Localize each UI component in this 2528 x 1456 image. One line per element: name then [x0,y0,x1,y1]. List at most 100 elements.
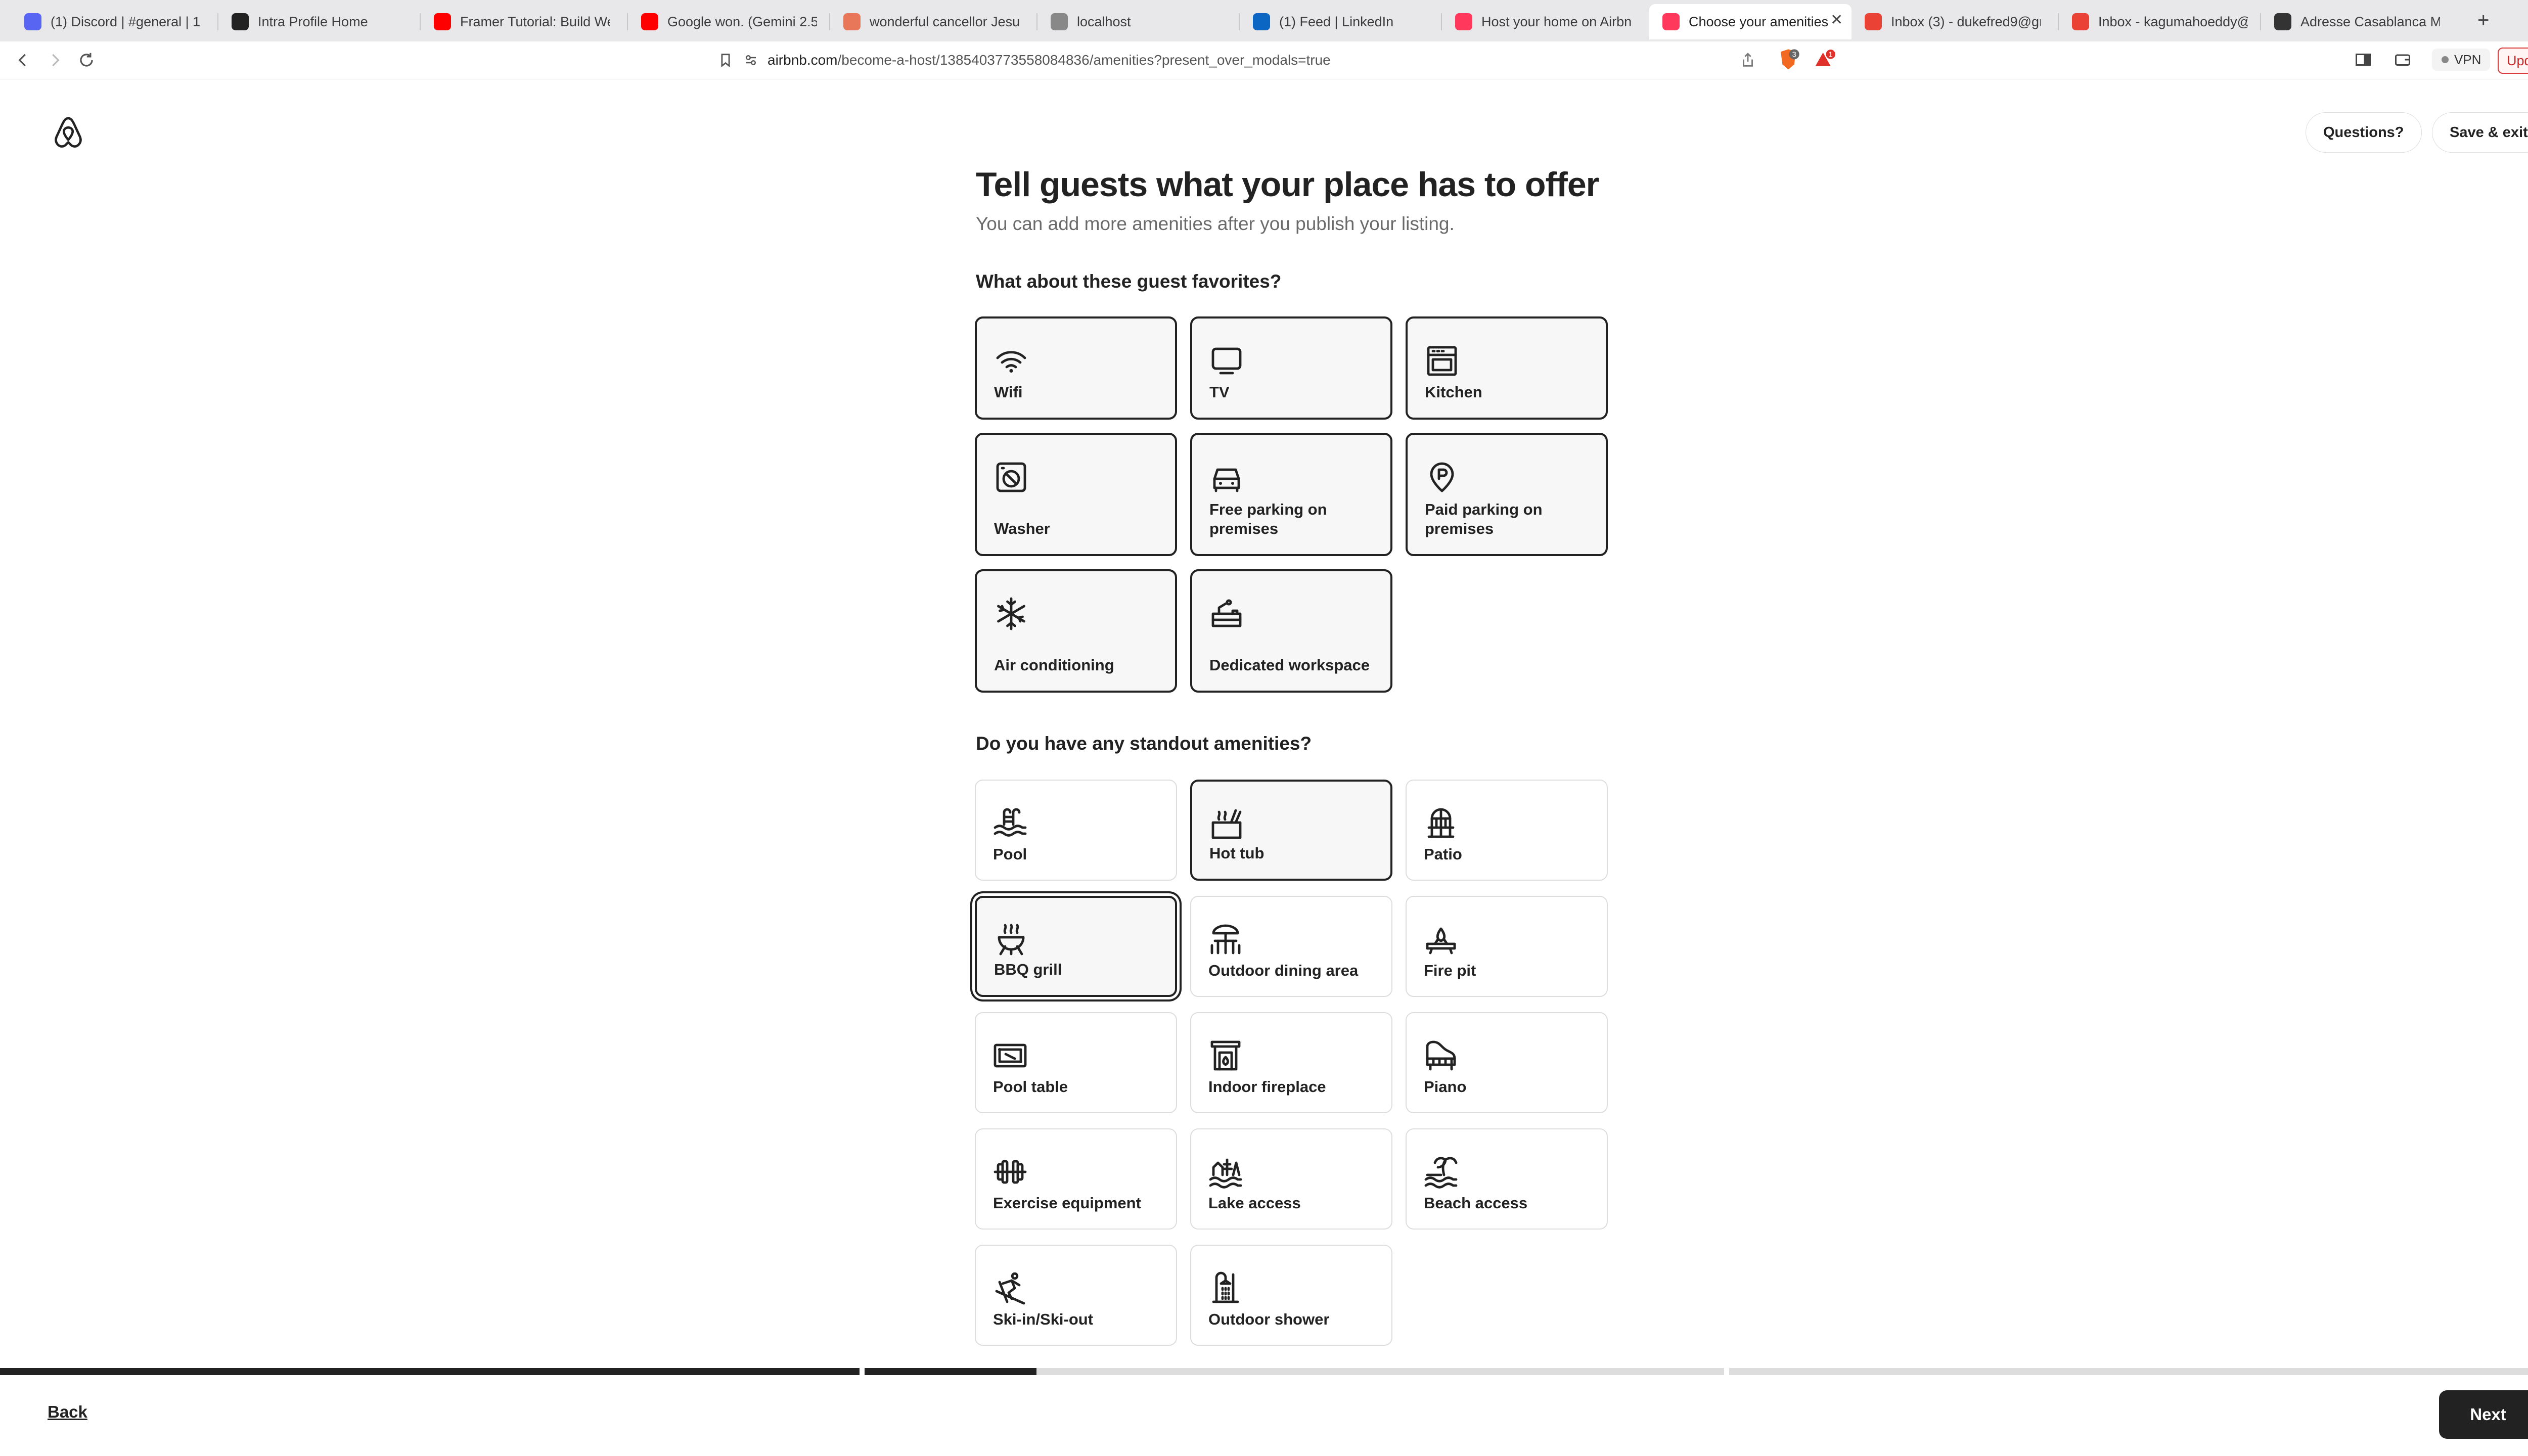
share-icon[interactable] [1739,51,1756,70]
favorites-heading: What about these guest favorites? [976,271,1282,292]
amenity-card-bbq-grill[interactable]: BBQ grill [975,896,1177,997]
browser-tab[interactable]: Framer Tutorial: Build Webs [421,4,623,39]
amenity-card-pool-table[interactable]: Pool table [975,1012,1177,1113]
intra-icon [232,13,249,30]
amenity-card-indoor-fireplace[interactable]: Indoor fireplace [1190,1012,1392,1113]
browser-tab[interactable]: localhost [1037,4,1240,39]
amenity-card-kitchen[interactable]: Kitchen [1406,316,1608,420]
airbnb-logo-icon[interactable] [53,116,84,150]
pool-icon [992,805,1028,841]
browser-tab-title: Framer Tutorial: Build Webs [460,14,610,29]
back-arrow-icon[interactable] [13,51,32,70]
browser-tab-title: (1) Discord | #general | 133 [51,14,200,29]
tab-separator [829,13,830,30]
shield-badge-count: 3 [1792,50,1796,59]
amenity-label: TV [1209,383,1230,401]
gmail-icon [2072,13,2089,30]
amenity-card-exercise-equipment[interactable]: Exercise equipment [975,1128,1177,1230]
amenity-card-piano[interactable]: Piano [1406,1012,1608,1113]
tab-separator [1036,13,1037,30]
amenity-label: Dedicated workspace [1209,656,1370,674]
questions-button[interactable]: Questions? [2306,112,2422,153]
amenity-label: Lake access [1208,1194,1301,1212]
browser-tab[interactable]: Host your home on Airbnb [1442,4,1644,39]
tab-separator [217,13,218,30]
amenity-card-lake-access[interactable]: Lake access [1190,1128,1392,1230]
amenity-label: BBQ grill [994,961,1062,979]
amenity-label: Paid parking on premises [1425,500,1543,538]
airbnb-icon [1662,13,1680,30]
reload-icon[interactable] [77,51,96,70]
browser-tab[interactable]: Intra Profile Home [218,4,421,39]
brave-shield-icon[interactable]: 3 [1776,48,1801,73]
youtube-icon [434,13,451,30]
address-bar[interactable]: airbnb.com/become-a-host/138540377355808… [743,46,1775,75]
update-label: Update [2507,53,2528,68]
browser-tab[interactable]: Inbox (3) - dukefred9@gma [1852,4,2054,39]
car-icon [1208,459,1245,495]
wifi-icon [993,343,1029,379]
piano-icon [1423,1037,1459,1074]
next-button[interactable]: Next [2439,1390,2528,1439]
update-button[interactable]: Update [2498,48,2528,74]
browser-tab-bar: (1) Discord | #general | 133 Intra Profil… [0,0,2528,42]
back-button[interactable]: Back [48,1402,87,1422]
browser-tab-title: wonderful cancellor Jesus - [870,14,1019,29]
alert-badge-count: 1 [1828,50,1832,59]
amenity-label: Pool table [993,1078,1068,1096]
workspace-icon [1208,596,1245,632]
browser-tab[interactable]: Choose your amenities [1649,4,1852,39]
tab-separator [420,13,421,30]
vpn-button[interactable]: VPN [2432,49,2491,71]
forward-arrow-icon[interactable] [46,51,65,70]
amenity-card-fire-pit[interactable]: Fire pit [1406,896,1608,997]
globe-icon [843,13,861,30]
amenity-card-free-parking-on-premises[interactable]: Free parking on premises [1190,433,1392,556]
brave-rewards-icon[interactable]: 1 [1812,48,1837,73]
browser-toolbar: airbnb.com/become-a-host/138540377355808… [0,41,2528,79]
amenity-card-outdoor-shower[interactable]: Outdoor shower [1190,1245,1392,1346]
amenity-label: Pool [993,845,1027,863]
browser-tab[interactable]: Adresse Casablanca Maroc [2261,4,2453,39]
amenity-card-outdoor-dining-area[interactable]: Outdoor dining area [1190,896,1392,997]
amenity-card-hot-tub[interactable]: Hot tub [1190,780,1392,881]
progress-fill [865,1368,1036,1375]
browser-tab[interactable]: wonderful cancellor Jesus - [830,4,1032,39]
close-tab-icon[interactable]: ✕ [1830,11,1843,29]
amenity-card-dedicated-workspace[interactable]: Dedicated workspace [1190,569,1392,693]
snowflake-icon [993,596,1029,632]
browser-tab[interactable]: (1) Discord | #general | 133 [11,4,213,39]
shower-icon [1207,1270,1244,1306]
tv-icon [1208,343,1245,379]
wallet-icon[interactable] [2394,51,2412,69]
browser-tab[interactable]: Google won. (Gemini 2.5 Pr [628,4,830,39]
browser-tab[interactable]: Inbox - kagumahoeddy@gm [2059,4,2261,39]
amenity-card-wifi[interactable]: Wifi [975,316,1177,420]
amenity-card-beach-access[interactable]: Beach access [1406,1128,1608,1230]
amenity-card-air-conditioning[interactable]: Air conditioning [975,569,1177,693]
amenity-card-patio[interactable]: Patio [1406,780,1608,881]
browser-tab-title: Google won. (Gemini 2.5 Pr [667,14,817,29]
bookmark-icon[interactable] [717,51,734,70]
hot-tub-icon [1208,806,1245,842]
sidebar-toggle-icon[interactable] [2354,51,2372,69]
amenity-card-ski-in-ski-out[interactable]: Ski-in/Ski-out [975,1245,1177,1346]
amenity-card-pool[interactable]: Pool [975,780,1177,881]
new-tab-icon[interactable]: + [2477,9,2489,32]
browser-tab[interactable]: (1) Feed | LinkedIn [1240,4,1442,39]
tab-separator [1239,13,1240,30]
save-exit-button[interactable]: Save & exit [2432,112,2528,153]
amenity-label: Kitchen [1425,383,1482,401]
progress-segment [1729,1368,2528,1375]
lake-icon [1207,1154,1244,1190]
globe-icon [2274,13,2291,30]
pool-table-icon [992,1037,1028,1074]
amenity-label: Outdoor dining area [1208,962,1359,980]
amenity-card-washer[interactable]: Washer [975,433,1177,556]
site-info-icon[interactable] [743,53,758,68]
amenity-label: Free parking on premises [1209,500,1327,538]
amenity-card-tv[interactable]: TV [1190,316,1392,420]
browser-tab-title: Intra Profile Home [258,14,368,29]
amenity-card-paid-parking-on-premises[interactable]: Paid parking on premises [1406,433,1608,556]
tab-separator [2260,13,2261,30]
